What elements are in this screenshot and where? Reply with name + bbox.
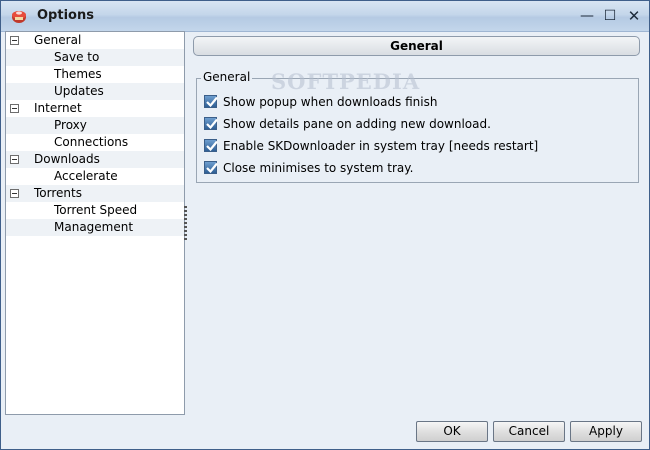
options-category-tree[interactable]: General Save to Themes Updates Internet … [5, 31, 185, 415]
tree-item-label: Internet [34, 101, 82, 115]
tree-item-torrents[interactable]: Torrents [6, 185, 184, 202]
tree-item-updates[interactable]: Updates [6, 83, 184, 100]
window-title: Options [37, 8, 94, 23]
tree-item-label: Management [54, 220, 134, 234]
checkmark-icon [206, 140, 218, 152]
option-label: Close minimises to system tray. [223, 161, 414, 175]
option-label: Show popup when downloads finish [223, 95, 438, 109]
collapse-toggle-icon[interactable] [10, 155, 19, 164]
tree-item-torrent-speed[interactable]: Torrent Speed [6, 202, 184, 219]
collapse-toggle-icon[interactable] [10, 104, 19, 113]
tree-item-label: Connections [54, 135, 129, 149]
app-logo-icon [12, 11, 26, 23]
tree-item-label: Torrent Speed [54, 203, 138, 217]
tree-item-label: Updates [54, 84, 104, 98]
tree-item-downloads[interactable]: Downloads [6, 151, 184, 168]
tree-item-label: Proxy [54, 118, 87, 132]
collapse-toggle-icon[interactable] [10, 189, 19, 198]
title-bar[interactable]: Options — ☐ ✕ [1, 1, 649, 32]
tree-item-themes[interactable]: Themes [6, 66, 184, 83]
tree-item-accelerate[interactable]: Accelerate [6, 168, 184, 185]
minimize-button[interactable]: — [577, 6, 597, 26]
tree-item-management[interactable]: Management [6, 219, 184, 236]
tree-item-label: Accelerate [54, 169, 118, 183]
checkmark-icon [206, 96, 218, 108]
ok-button[interactable]: OK [416, 421, 488, 442]
option-label: Show details pane on adding new download… [223, 117, 491, 131]
close-button[interactable]: ✕ [624, 6, 644, 26]
options-window: Options — ☐ ✕ General Save to Themes Upd… [0, 0, 650, 450]
tree-item-proxy[interactable]: Proxy [6, 117, 184, 134]
checkbox-checked[interactable] [204, 117, 218, 130]
tree-item-connections[interactable]: Connections [6, 134, 184, 151]
checkbox-checked[interactable] [204, 139, 218, 152]
collapse-toggle-icon[interactable] [10, 36, 19, 45]
option-label: Enable SKDownloader in system tray [need… [223, 139, 539, 153]
tree-item-label: Torrents [34, 186, 82, 200]
cancel-button[interactable]: Cancel [493, 421, 565, 442]
pane-splitter-handle[interactable] [184, 206, 187, 240]
tree-item-label: Save to [54, 50, 100, 64]
tree-item-internet[interactable]: Internet [6, 100, 184, 117]
section-header: General [193, 36, 640, 56]
checkmark-icon [206, 162, 218, 174]
tree-item-general[interactable]: General [6, 32, 184, 49]
checkbox-checked[interactable] [204, 95, 218, 108]
tree-item-label: Themes [54, 67, 102, 81]
maximize-button[interactable]: ☐ [600, 6, 620, 26]
checkbox-checked[interactable] [204, 161, 218, 174]
watermark: SOFTPEDIA [271, 69, 421, 94]
tree-item-save-to[interactable]: Save to [6, 49, 184, 66]
tree-item-label: Downloads [34, 152, 100, 166]
tree-item-label: General [34, 33, 82, 47]
groupbox-label: General [201, 70, 253, 84]
apply-button[interactable]: Apply [570, 421, 642, 442]
checkmark-icon [206, 118, 218, 130]
